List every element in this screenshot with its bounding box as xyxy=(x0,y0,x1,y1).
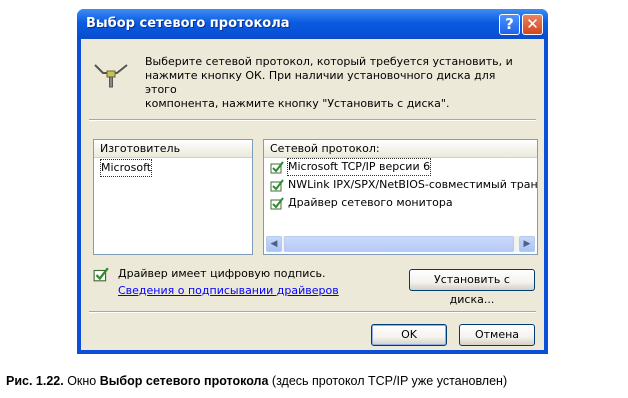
caption-text-2: (здесь протокол TCP/IP уже установлен) xyxy=(268,374,508,388)
driver-signing-link[interactable]: Сведения о подписывании драйверов xyxy=(118,284,339,297)
instruction-text: Выберите сетевой протокол, который требу… xyxy=(145,55,525,111)
cancel-button[interactable]: Отмена xyxy=(459,324,535,346)
protocol-column-header[interactable]: Сетевой протокол: xyxy=(264,140,537,158)
figure-caption: Рис. 1.22. Окно Выбор сетевого протокола… xyxy=(6,374,507,388)
dialog-window: Выбор сетевого протокола ? ✕ Выберите се… xyxy=(77,9,548,354)
window-title: Выбор сетевого протокола xyxy=(86,16,290,31)
instruction-line-1: Выберите сетевой протокол, который требу… xyxy=(145,55,513,68)
horizontal-scrollbar[interactable]: ◀ ▶ xyxy=(266,236,535,252)
ok-button[interactable]: OK xyxy=(371,324,447,346)
header-divider xyxy=(89,119,536,121)
instruction-line-3: компонента, нажмите кнопку "Установить с… xyxy=(145,97,450,110)
protocol-item-network-monitor[interactable]: Драйвер сетевого монитора xyxy=(288,195,453,211)
caption-text-1: Окно xyxy=(63,374,100,388)
protocol-list[interactable]: Сетевой протокол: Microsoft TCP/IP верси… xyxy=(263,139,538,255)
caption-bold: Выбор сетевого протокола xyxy=(99,374,269,388)
scroll-left-arrow-icon[interactable]: ◀ xyxy=(266,236,282,252)
manufacturer-column-header[interactable]: Изготовитель xyxy=(94,140,252,158)
help-button[interactable]: ? xyxy=(499,14,520,35)
manufacturer-list[interactable]: Изготовитель Microsoft xyxy=(93,139,253,255)
scroll-thumb[interactable] xyxy=(284,236,514,252)
manufacturer-item-microsoft[interactable]: Microsoft xyxy=(99,159,153,177)
dialog-body: Выберите сетевой протокол, который требу… xyxy=(81,39,544,350)
footer-divider xyxy=(89,311,536,313)
scroll-right-arrow-icon[interactable]: ▶ xyxy=(519,236,535,252)
signed-driver-icon xyxy=(93,267,109,282)
protocol-item-nwlink[interactable]: NWLink IPX/SPX/NetBIOS-совместимый тран xyxy=(288,177,538,193)
have-disk-button[interactable]: Установить с диска... xyxy=(409,269,535,306)
instruction-line-2: нажмите кнопку ОК. При наличии установоч… xyxy=(145,69,496,96)
network-protocol-icon xyxy=(94,64,128,88)
installed-check-icon xyxy=(270,179,284,192)
signature-text: Драйвер имеет цифровую подпись. xyxy=(118,267,326,280)
protocol-item-tcpip-v6[interactable]: Microsoft TCP/IP версии 6 xyxy=(286,158,432,176)
installed-check-icon xyxy=(270,161,284,174)
title-bar[interactable]: Выбор сетевого протокола ? ✕ xyxy=(77,9,548,39)
installed-check-icon xyxy=(270,197,284,210)
caption-prefix: Рис. 1.22. xyxy=(6,374,64,388)
close-button[interactable]: ✕ xyxy=(522,14,543,35)
